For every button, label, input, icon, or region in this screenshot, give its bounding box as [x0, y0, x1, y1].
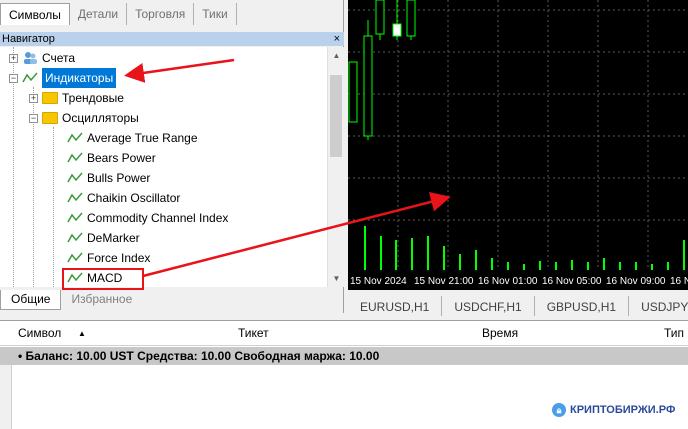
close-icon[interactable]: ×: [334, 32, 340, 46]
tree-item-chaikin[interactable]: Chaikin Oscillator: [67, 188, 180, 208]
time-label: 16 Nov 09:00: [606, 276, 666, 287]
tree-label: Bears Power: [87, 151, 156, 165]
tab-chart-eurusd[interactable]: EURUSD,H1: [348, 296, 443, 316]
folder-icon: [42, 110, 58, 126]
navigator-tabs: Общие Избранное: [0, 290, 142, 310]
terminal-window: Символы Детали Торговля Тики Навигатор ×…: [0, 0, 688, 429]
candle: [392, 23, 402, 37]
market-watch-tabs: Символы Детали Торговля Тики: [0, 3, 237, 25]
indicator-icon: [22, 70, 38, 86]
watermark-text: КРИПТОБИРЖИ.РФ: [570, 404, 676, 416]
folder-icon: [42, 90, 58, 106]
column-time[interactable]: Время: [482, 321, 518, 346]
scroll-thumb[interactable]: [330, 75, 342, 157]
indicator-icon: [67, 170, 83, 186]
tree-item-cci[interactable]: Commodity Channel Index: [67, 208, 228, 228]
indicator-icon: [67, 150, 83, 166]
collapse-icon[interactable]: −: [9, 73, 18, 83]
tree-label: DeMarker: [87, 231, 140, 245]
tab-details[interactable]: Детали: [70, 3, 128, 25]
volume-bars: [364, 226, 685, 270]
tree-item-oscillators[interactable]: − Осцилляторы: [29, 108, 139, 128]
collapse-icon[interactable]: −: [29, 113, 38, 123]
chart-canvas: 15 Nov 2024 15 Nov 21:00 16 Nov 01:00 16…: [348, 0, 688, 287]
tab-common[interactable]: Общие: [0, 290, 62, 310]
table-header: Символ ▲ Тикет Время Тип: [0, 321, 688, 346]
tree-label: Average True Range: [87, 131, 198, 145]
navigator-header: Навигатор ×: [0, 32, 344, 46]
accounts-icon: [22, 50, 38, 66]
balance-row[interactable]: • Баланс: 10.00 UST Средства: 10.00 Своб…: [0, 347, 688, 365]
scroll-down-icon[interactable]: ▼: [328, 270, 345, 287]
tree-line: [53, 127, 54, 287]
navigator-scrollbar[interactable]: ▲ ▼: [327, 47, 344, 287]
tree-item-bears[interactable]: Bears Power: [67, 148, 156, 168]
indicator-icon: [67, 250, 83, 266]
tree-label: Bulls Power: [87, 171, 151, 185]
tree-label: Осцилляторы: [62, 111, 139, 125]
chart-tabs: EURUSD,H1 USDCHF,H1 GBPUSD,H1 USDJPY,H1: [348, 296, 688, 316]
indicator-icon: [67, 230, 83, 246]
navigator-title: Навигатор: [2, 33, 55, 45]
time-label: 16 Nov 01:00: [478, 276, 538, 287]
expand-icon[interactable]: +: [29, 93, 38, 103]
tab-chart-usdjpy[interactable]: USDJPY,H1: [629, 296, 688, 316]
tab-chart-gbpusd[interactable]: GBPUSD,H1: [535, 296, 630, 316]
indicator-icon: [67, 270, 83, 286]
column-ticket[interactable]: Тикет: [238, 321, 269, 346]
lock-icon: 🔒︎: [552, 403, 566, 417]
price-chart[interactable]: 15 Nov 2024 15 Nov 21:00 16 Nov 01:00 16…: [348, 0, 688, 290]
indicator-icon: [67, 190, 83, 206]
tab-favorites[interactable]: Избранное: [61, 290, 142, 310]
expand-icon[interactable]: +: [9, 53, 18, 63]
tree-item-macd[interactable]: MACD: [67, 268, 122, 287]
tree-item-bulls[interactable]: Bulls Power: [67, 168, 150, 188]
column-symbol[interactable]: Символ: [18, 321, 61, 346]
tab-ticks[interactable]: Тики: [194, 3, 237, 25]
watermark: 🔒︎ КРИПТОБИРЖИ.РФ: [552, 403, 675, 417]
navigator-panel: Символы Детали Торговля Тики Навигатор ×…: [0, 0, 344, 313]
tree-label: Chaikin Oscillator: [87, 191, 181, 205]
candle: [375, 0, 385, 35]
indicator-icon: [67, 130, 83, 146]
tree-label: Force Index: [87, 251, 151, 265]
tab-chart-usdchf[interactable]: USDCHF,H1: [442, 296, 535, 316]
tree-item-demarker[interactable]: DeMarker: [67, 228, 140, 248]
indicator-icon: [67, 210, 83, 226]
tree-item-indicators[interactable]: − Индикаторы: [9, 68, 117, 88]
tree-label: Commodity Channel Index: [87, 211, 229, 225]
sort-arrow-icon[interactable]: ▲: [78, 321, 86, 346]
tree-label: MACD: [87, 271, 123, 285]
scroll-up-icon[interactable]: ▲: [328, 47, 345, 64]
time-label: 16 Nov 05:00: [542, 276, 602, 287]
time-label: 16 Nov 13:00: [670, 276, 688, 287]
tree-item-trend[interactable]: + Трендовые: [29, 88, 124, 108]
candle: [406, 0, 416, 37]
tab-symbols[interactable]: Символы: [0, 3, 70, 25]
time-label: 15 Nov 2024: [350, 276, 407, 287]
candle: [363, 35, 373, 137]
tree-item-force[interactable]: Force Index: [67, 248, 150, 268]
column-type[interactable]: Тип: [664, 321, 684, 346]
navigator-tree: + Счета − Индикаторы + Трендовые − Осцил…: [0, 47, 327, 287]
candle: [348, 61, 358, 123]
tree-item-atr[interactable]: Average True Range: [67, 128, 198, 148]
tree-label: Трендовые: [62, 91, 124, 105]
time-label: 15 Nov 21:00: [414, 276, 474, 287]
tree-label-selected: Индикаторы: [42, 68, 117, 88]
candles: [348, 0, 416, 140]
tree-label: Счета: [42, 51, 76, 65]
tab-trading[interactable]: Торговля: [127, 3, 195, 25]
chart-grid: [348, 0, 688, 270]
tree-item-accounts[interactable]: + Счета: [9, 48, 75, 68]
